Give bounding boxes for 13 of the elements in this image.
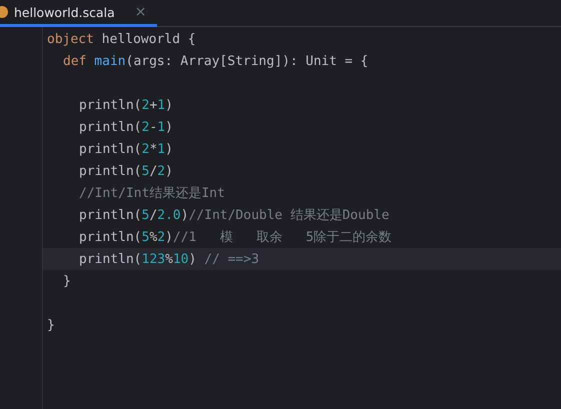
code-line: } bbox=[63, 274, 71, 288]
code-line: object helloworld { bbox=[47, 32, 196, 46]
code-line: println(5%2)//1 模 取余 5除于二的余数 bbox=[79, 229, 392, 246]
code-line: println(5/2) bbox=[79, 164, 173, 178]
code-line: println(2*1) bbox=[79, 142, 173, 156]
code-line: println(2+1) bbox=[79, 98, 173, 112]
editor-tab[interactable]: helloworld.scala × bbox=[0, 0, 157, 27]
code-line: println(5/2.0)//Int/Double 结果还是Double bbox=[79, 207, 390, 224]
code-line: //Int/Int结果还是Int bbox=[79, 185, 225, 202]
code-line: } bbox=[47, 318, 55, 332]
code-line: println(2-1) bbox=[79, 120, 173, 134]
code-line: println(123%10) // ==>3 bbox=[79, 252, 260, 266]
code-line: def main(args: Array[String]): Unit = { bbox=[63, 54, 368, 68]
